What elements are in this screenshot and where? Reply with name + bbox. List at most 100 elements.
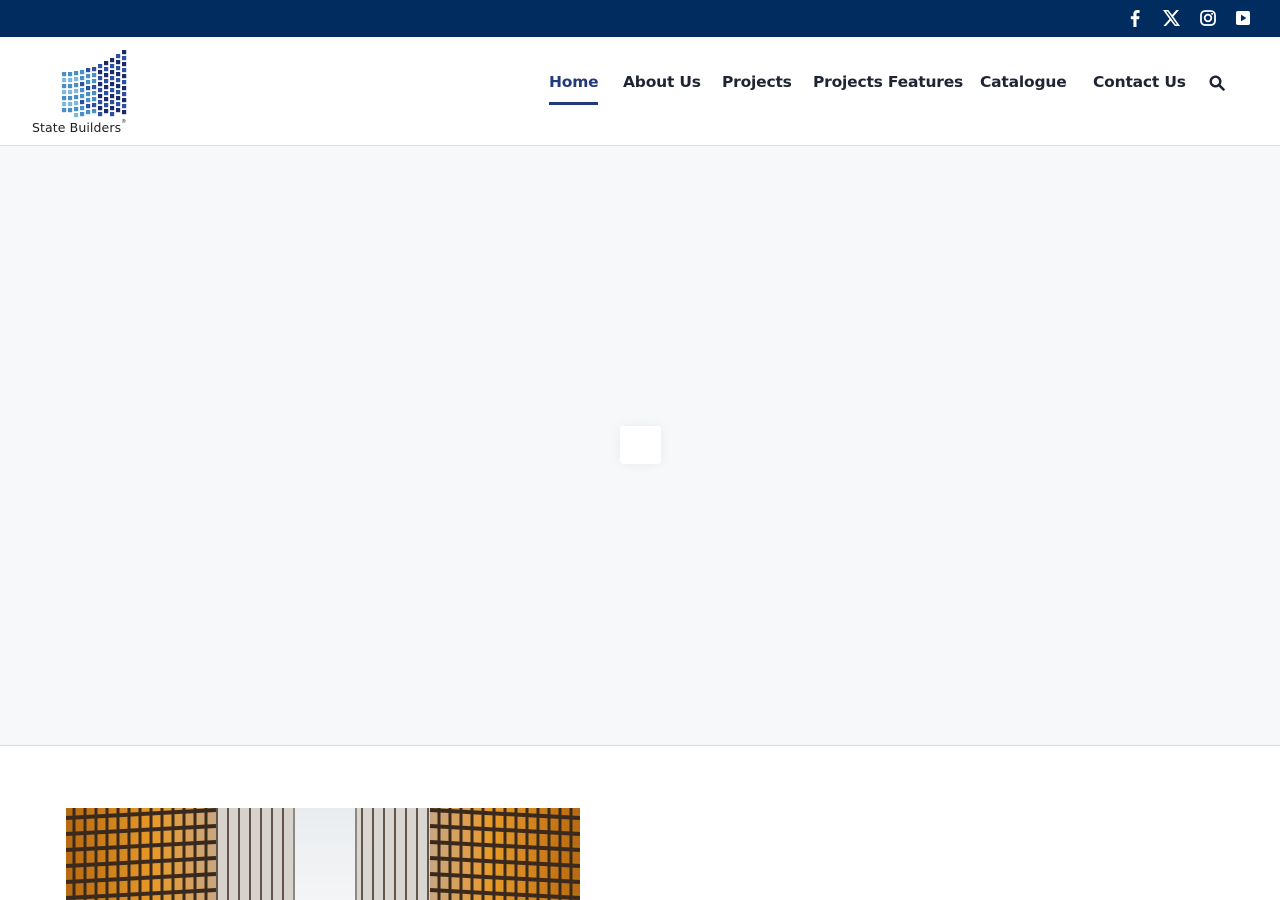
logo-tile <box>122 104 127 109</box>
logo-tile <box>92 85 97 90</box>
loading-spinner <box>620 426 661 464</box>
logo-tile <box>80 76 85 81</box>
logo-tile <box>92 79 97 84</box>
logo-tile <box>104 109 109 114</box>
logo-tile <box>104 73 109 78</box>
logo-tile <box>80 88 85 93</box>
logo-tile <box>110 88 115 93</box>
nav-catalogue[interactable]: Catalogue <box>980 73 1067 105</box>
logo-tile <box>62 96 67 101</box>
logo-tile <box>86 110 91 115</box>
logo-tile <box>110 64 115 69</box>
logo-tile <box>80 82 85 87</box>
logo-tile <box>92 73 97 78</box>
logo-tile <box>68 96 73 101</box>
logo-tile <box>116 102 121 107</box>
logo-tile <box>110 58 115 63</box>
nav-projects-features[interactable]: Projects Features <box>813 73 963 105</box>
logo-tile <box>122 92 127 97</box>
logo-tile <box>98 76 103 81</box>
logo-tile <box>110 106 115 111</box>
logo-tile <box>98 70 103 75</box>
logo-tile <box>86 92 91 97</box>
logo-tile <box>74 101 79 106</box>
logo-tile <box>86 104 91 109</box>
logo-tile <box>68 102 73 107</box>
logo-tile <box>116 84 121 89</box>
logo-tile <box>110 100 115 105</box>
logo-tile <box>86 74 91 79</box>
logo-tile <box>68 72 73 77</box>
logo-tile <box>68 84 73 89</box>
logo-tile <box>110 82 115 87</box>
building-logo-icon <box>62 50 127 118</box>
logo-tile <box>92 67 97 72</box>
logo-tile <box>92 103 97 108</box>
top-bar <box>0 0 1280 37</box>
logo-tile <box>62 78 67 83</box>
logo-tile <box>86 86 91 91</box>
logo-tile <box>62 72 67 77</box>
logo-tile <box>110 94 115 99</box>
logo-tile <box>74 107 79 112</box>
logo-tile <box>98 88 103 93</box>
logo-tile <box>116 108 121 113</box>
logo-tile <box>98 100 103 105</box>
logo-tile <box>98 112 103 117</box>
logo-tile <box>116 60 121 65</box>
youtube-icon[interactable] <box>1234 9 1252 27</box>
x-twitter-icon[interactable] <box>1162 9 1180 27</box>
logo-tile <box>62 108 67 113</box>
logo-tile <box>62 90 67 95</box>
logo-tile <box>98 94 103 99</box>
logo-tile <box>98 82 103 87</box>
logo-tile <box>122 56 127 61</box>
skyscrapers-image <box>66 808 580 900</box>
nav-about-us[interactable]: About Us <box>623 73 701 105</box>
search-icon[interactable] <box>1209 75 1227 93</box>
logo-tile <box>122 62 127 67</box>
logo-tile <box>80 106 85 111</box>
logo-tile <box>122 50 127 55</box>
logo-tile <box>92 109 97 114</box>
site-logo[interactable]: State Builders® <box>30 46 134 138</box>
logo-tile <box>62 84 67 89</box>
logo-tile <box>80 70 85 75</box>
logo-tile <box>80 94 85 99</box>
logo-tile <box>68 78 73 83</box>
logo-text: State Builders® <box>32 119 127 135</box>
active-indicator <box>549 102 599 105</box>
logo-tile <box>68 90 73 95</box>
logo-tile <box>92 91 97 96</box>
nav-home[interactable]: Home <box>549 73 599 105</box>
logo-tile <box>104 97 109 102</box>
site-header: State Builders® Home About Us Projects P… <box>0 37 1280 146</box>
instagram-icon[interactable] <box>1199 9 1217 27</box>
logo-tile <box>74 77 79 82</box>
nav-contact-us[interactable]: Contact Us <box>1093 73 1186 105</box>
logo-tile <box>122 86 127 91</box>
logo-tile <box>86 98 91 103</box>
logo-tile <box>74 83 79 88</box>
logo-tile <box>80 100 85 105</box>
logo-tile <box>122 74 127 79</box>
hero-slider <box>0 146 1280 746</box>
logo-tile <box>80 112 85 117</box>
logo-tile <box>122 110 127 115</box>
logo-tile <box>116 90 121 95</box>
logo-tile <box>104 85 109 90</box>
logo-tile <box>104 67 109 72</box>
logo-tile <box>74 89 79 94</box>
nav-projects[interactable]: Projects <box>722 73 792 105</box>
facebook-icon[interactable] <box>1126 9 1144 27</box>
logo-tile <box>104 61 109 66</box>
logo-tile <box>104 103 109 108</box>
logo-tile <box>110 112 115 117</box>
logo-tile <box>104 91 109 96</box>
logo-tile <box>116 54 121 59</box>
logo-tile <box>74 71 79 76</box>
logo-tile <box>110 70 115 75</box>
logo-tile <box>122 68 127 73</box>
logo-tile <box>86 80 91 85</box>
logo-tile <box>116 66 121 71</box>
